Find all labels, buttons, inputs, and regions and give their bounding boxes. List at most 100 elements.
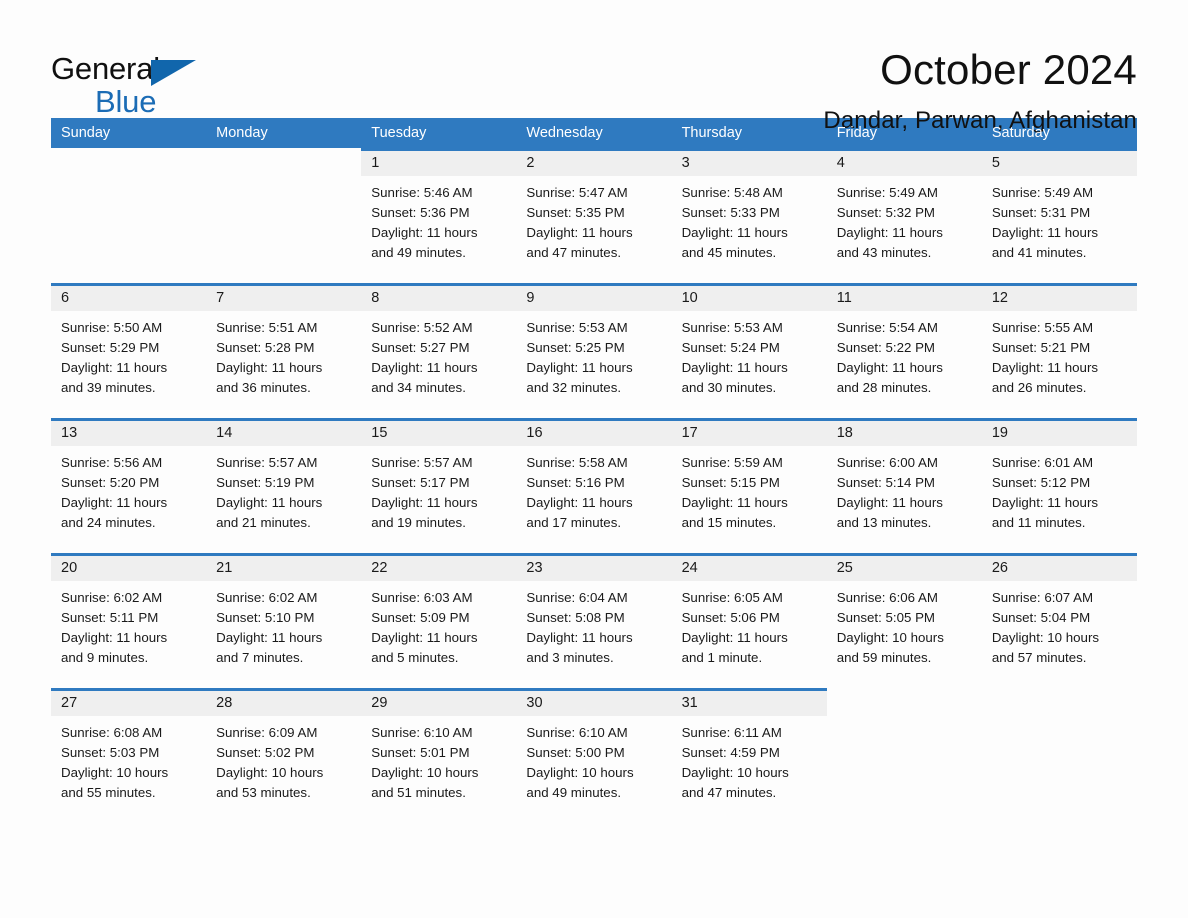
day-details: Sunrise: 5:58 AM Sunset: 5:16 PM Daylight:… bbox=[516, 446, 671, 533]
calendar-day-cell[interactable]: 7 Sunrise: 5:51 AM Sunset: 5:28 PM Daylight… bbox=[206, 283, 362, 418]
day-number: 16 bbox=[516, 421, 672, 446]
calendar-day-cell[interactable]: 5 Sunrise: 5:49 AM Sunset: 5:31 PM Daylight… bbox=[981, 148, 1137, 283]
general-blue-logo[interactable]: General Blue bbox=[51, 44, 201, 118]
day-number: 10 bbox=[671, 286, 827, 311]
daylight-text-line2: and 32 minutes. bbox=[526, 380, 622, 395]
day-details: Sunrise: 5:46 AM Sunset: 5:36 PM Daylight:… bbox=[361, 176, 516, 263]
sunrise-text: Sunrise: 6:09 AM bbox=[216, 725, 318, 740]
day-number: 13 bbox=[51, 421, 207, 446]
day-number: 26 bbox=[981, 556, 1137, 581]
calendar-week-row: 1 Sunrise: 5:46 AM Sunset: 5:36 PM Daylight… bbox=[51, 148, 1137, 283]
calendar-day-cell[interactable]: 28 Sunrise: 6:09 AM Sunset: 5:02 PM Dayligh… bbox=[206, 688, 362, 823]
calendar-day-cell[interactable]: 3 Sunrise: 5:48 AM Sunset: 5:33 PM Daylight… bbox=[671, 148, 827, 283]
calendar-weeks: 1 Sunrise: 5:46 AM Sunset: 5:36 PM Daylight… bbox=[51, 148, 1137, 823]
day-details: Sunrise: 5:55 AM Sunset: 5:21 PM Daylight:… bbox=[982, 311, 1137, 398]
calendar-day-cell[interactable]: 4 Sunrise: 5:49 AM Sunset: 5:32 PM Daylight… bbox=[826, 148, 982, 283]
day-number bbox=[51, 148, 206, 173]
sunset-text: Sunset: 5:01 PM bbox=[371, 745, 470, 760]
calendar-day-cell[interactable]: 13 Sunrise: 5:56 AM Sunset: 5:20 PM Dayligh… bbox=[51, 418, 207, 553]
daylight-text-line2: and 47 minutes. bbox=[681, 785, 777, 800]
daylight-text-line1: Daylight: 10 hours bbox=[371, 765, 479, 780]
day-details: Sunrise: 5:48 AM Sunset: 5:33 PM Daylight:… bbox=[672, 176, 827, 263]
day-number: 3 bbox=[671, 151, 827, 176]
calendar-day-cell[interactable]: 21 Sunrise: 6:02 AM Sunset: 5:10 PM Dayligh… bbox=[206, 553, 362, 688]
daylight-text-line2: and 49 minutes. bbox=[371, 245, 466, 260]
day-number: 17 bbox=[671, 421, 827, 446]
calendar-day-cell[interactable]: 27 Sunrise: 6:08 AM Sunset: 5:03 PM Dayligh… bbox=[51, 688, 207, 823]
sunrise-text: Sunrise: 6:11 AM bbox=[681, 725, 782, 740]
calendar-day-cell[interactable]: 6 Sunrise: 5:50 AM Sunset: 5:29 PM Daylight… bbox=[51, 283, 207, 418]
calendar-day-cell[interactable]: 17 Sunrise: 5:59 AM Sunset: 5:15 PM Dayligh… bbox=[671, 418, 827, 553]
sunset-text: Sunset: 5:31 PM bbox=[991, 205, 1091, 220]
calendar-day-cell[interactable]: 18 Sunrise: 6:00 AM Sunset: 5:14 PM Dayligh… bbox=[826, 418, 982, 553]
sunset-text: Sunset: 5:22 PM bbox=[836, 340, 936, 355]
sunrise-text: Sunrise: 6:00 AM bbox=[836, 455, 938, 470]
daylight-text-line2: and 13 minutes. bbox=[836, 515, 932, 530]
daylight-text-line2: and 36 minutes. bbox=[216, 380, 311, 395]
calendar-day-cell[interactable]: 23 Sunrise: 6:04 AM Sunset: 5:08 PM Dayligh… bbox=[516, 553, 672, 688]
page-title: October 2024 bbox=[880, 46, 1137, 93]
sunset-text: Sunset: 5:29 PM bbox=[61, 340, 160, 355]
day-number: 11 bbox=[826, 286, 982, 311]
day-details: Sunrise: 6:06 AM Sunset: 5:05 PM Daylight:… bbox=[827, 581, 982, 668]
weekday-header-wednesday: Wednesday bbox=[526, 125, 603, 141]
calendar-day-cell[interactable]: 8 Sunrise: 5:52 AM Sunset: 5:27 PM Daylight… bbox=[361, 283, 517, 418]
calendar-day-cell[interactable]: 30 Sunrise: 6:10 AM Sunset: 5:00 PM Dayligh… bbox=[516, 688, 672, 823]
sunrise-text: Sunrise: 6:07 AM bbox=[991, 590, 1094, 605]
sunset-text: Sunset: 5:04 PM bbox=[991, 610, 1091, 625]
calendar-day-cell-empty bbox=[826, 688, 982, 823]
sunrise-text: Sunrise: 6:01 AM bbox=[991, 455, 1094, 470]
calendar-day-cell[interactable]: 12 Sunrise: 5:55 AM Sunset: 5:21 PM Dayligh… bbox=[981, 283, 1137, 418]
calendar-day-cell[interactable]: 16 Sunrise: 5:58 AM Sunset: 5:16 PM Dayligh… bbox=[516, 418, 672, 553]
sunrise-text: Sunrise: 6:04 AM bbox=[526, 590, 628, 605]
sunrise-text: Sunrise: 6:02 AM bbox=[61, 590, 163, 605]
sunset-text: Sunset: 5:27 PM bbox=[371, 340, 470, 355]
sunrise-text: Sunrise: 5:57 AM bbox=[371, 455, 473, 470]
day-details: Sunrise: 6:09 AM Sunset: 5:02 PM Daylight:… bbox=[206, 716, 361, 803]
sunrise-text: Sunrise: 5:49 AM bbox=[991, 185, 1094, 200]
calendar-day-cell[interactable]: 31 Sunrise: 6:11 AM Sunset: 4:59 PM Dayligh… bbox=[671, 688, 827, 823]
daylight-text-line1: Daylight: 11 hours bbox=[216, 360, 323, 375]
sunset-text: Sunset: 5:02 PM bbox=[216, 745, 315, 760]
daylight-text-line2: and 7 minutes. bbox=[216, 650, 304, 665]
sunset-text: Sunset: 5:10 PM bbox=[216, 610, 315, 625]
calendar-day-cell[interactable]: 2 Sunrise: 5:47 AM Sunset: 5:35 PM Daylight… bbox=[516, 148, 672, 283]
day-details: Sunrise: 5:49 AM Sunset: 5:31 PM Daylight:… bbox=[982, 176, 1137, 263]
day-details: Sunrise: 6:04 AM Sunset: 5:08 PM Daylight:… bbox=[516, 581, 671, 668]
daylight-text-line1: Daylight: 11 hours bbox=[61, 630, 168, 645]
calendar-page: General Blue October 2024 Dandar, Parwan… bbox=[0, 0, 1188, 918]
calendar-day-cell[interactable]: 25 Sunrise: 6:06 AM Sunset: 5:05 PM Dayligh… bbox=[826, 553, 982, 688]
daylight-text-line1: Daylight: 11 hours bbox=[526, 360, 633, 375]
day-details: Sunrise: 6:08 AM Sunset: 5:03 PM Daylight:… bbox=[51, 716, 206, 803]
calendar-day-cell[interactable]: 24 Sunrise: 6:05 AM Sunset: 5:06 PM Dayligh… bbox=[671, 553, 827, 688]
sunset-text: Sunset: 5:00 PM bbox=[526, 745, 625, 760]
calendar-day-cell[interactable]: 11 Sunrise: 5:54 AM Sunset: 5:22 PM Dayligh… bbox=[826, 283, 982, 418]
calendar-day-cell[interactable]: 14 Sunrise: 5:57 AM Sunset: 5:19 PM Dayligh… bbox=[206, 418, 362, 553]
day-details: Sunrise: 6:00 AM Sunset: 5:14 PM Daylight:… bbox=[827, 446, 982, 533]
calendar-day-cell[interactable]: 29 Sunrise: 6:10 AM Sunset: 5:01 PM Dayligh… bbox=[361, 688, 517, 823]
calendar-day-cell[interactable]: 1 Sunrise: 5:46 AM Sunset: 5:36 PM Daylight… bbox=[361, 148, 517, 283]
calendar-day-cell[interactable]: 19 Sunrise: 6:01 AM Sunset: 5:12 PM Dayligh… bbox=[981, 418, 1137, 553]
page-header: General Blue October 2024 Dandar, Parwan… bbox=[51, 0, 1137, 134]
daylight-text-line1: Daylight: 11 hours bbox=[371, 495, 478, 510]
day-details: Sunrise: 5:49 AM Sunset: 5:32 PM Daylight:… bbox=[827, 176, 982, 263]
sunrise-text: Sunrise: 6:10 AM bbox=[526, 725, 628, 740]
calendar-grid: Sunday Monday Tuesday Wednesday Thursday… bbox=[51, 118, 1137, 823]
calendar-day-cell[interactable]: 22 Sunrise: 6:03 AM Sunset: 5:09 PM Dayligh… bbox=[361, 553, 517, 688]
calendar-day-cell[interactable]: 9 Sunrise: 5:53 AM Sunset: 5:25 PM Daylight… bbox=[516, 283, 672, 418]
day-number: 25 bbox=[826, 556, 982, 581]
calendar-day-cell[interactable]: 15 Sunrise: 5:57 AM Sunset: 5:17 PM Dayligh… bbox=[361, 418, 517, 553]
calendar-day-cell[interactable]: 10 Sunrise: 5:53 AM Sunset: 5:24 PM Dayligh… bbox=[671, 283, 827, 418]
sunrise-text: Sunrise: 6:06 AM bbox=[836, 590, 938, 605]
calendar-week-row: 27 Sunrise: 6:08 AM Sunset: 5:03 PM Dayligh… bbox=[51, 688, 1137, 823]
daylight-text-line1: Daylight: 10 hours bbox=[836, 630, 944, 645]
sunrise-text: Sunrise: 5:58 AM bbox=[526, 455, 628, 470]
day-number: 1 bbox=[361, 151, 517, 176]
day-number: 9 bbox=[516, 286, 672, 311]
calendar-day-cell[interactable]: 20 Sunrise: 6:02 AM Sunset: 5:11 PM Dayligh… bbox=[51, 553, 207, 688]
day-number: 8 bbox=[361, 286, 517, 311]
day-number: 27 bbox=[51, 691, 207, 716]
calendar-day-cell-empty bbox=[981, 688, 1137, 823]
day-details: Sunrise: 6:03 AM Sunset: 5:09 PM Daylight:… bbox=[361, 581, 516, 668]
calendar-day-cell[interactable]: 26 Sunrise: 6:07 AM Sunset: 5:04 PM Dayligh… bbox=[981, 553, 1137, 688]
